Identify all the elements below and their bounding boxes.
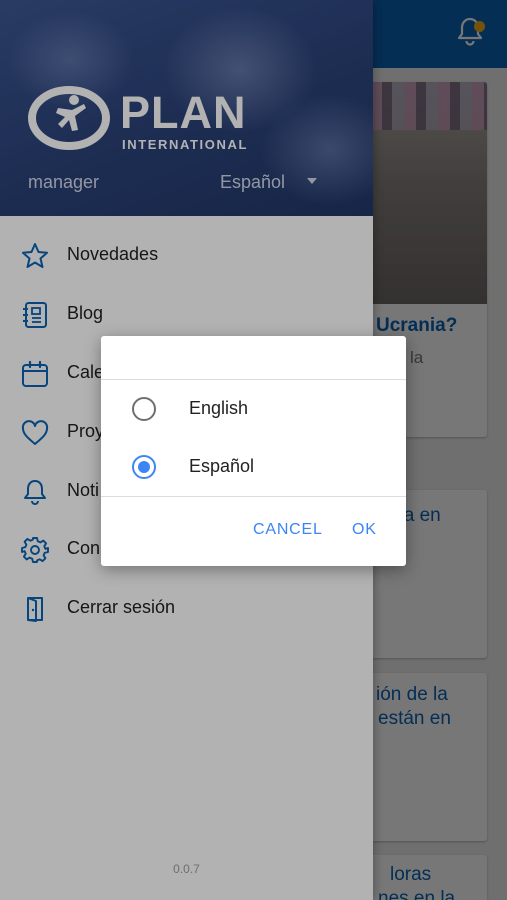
ok-button[interactable]: OK — [352, 521, 377, 539]
language-dialog: English Español CANCEL OK — [101, 336, 406, 566]
radio-button-selected[interactable] — [132, 455, 156, 479]
dialog-divider — [101, 379, 406, 380]
language-option-label: Español — [189, 456, 255, 476]
language-option-english[interactable]: English — [101, 381, 406, 437]
language-option-label: English — [189, 398, 249, 418]
radio-button[interactable] — [132, 397, 156, 421]
dialog-divider — [101, 496, 406, 497]
cancel-button[interactable]: CANCEL — [253, 521, 323, 539]
language-option-espanol[interactable]: Español — [101, 439, 406, 495]
